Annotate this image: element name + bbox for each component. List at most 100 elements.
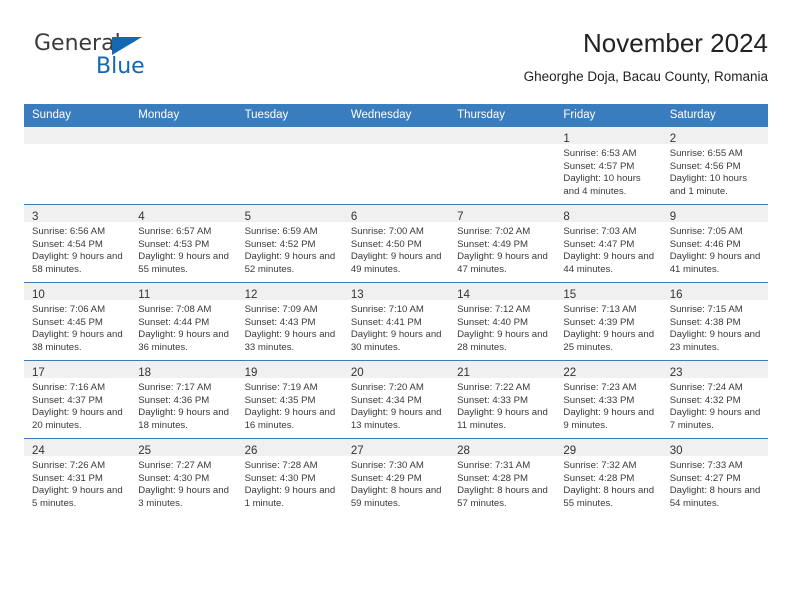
calendar-day-cell[interactable]: 11 Sunrise: 7:08 AM Sunset: 4:44 PM Dayligh… [130,282,237,361]
calendar-day-cell[interactable]: 21 Sunrise: 7:22 AM Sunset: 4:33 PM Dayligh… [449,360,556,439]
day-sun-info: Sunrise: 7:17 AM Sunset: 4:36 PM Daylight:… [130,378,236,432]
calendar-day-cell[interactable]: 8 Sunrise: 7:03 AM Sunset: 4:47 PM Daylight… [555,204,662,283]
day-box [449,127,556,204]
calendar-day-cell[interactable]: 19 Sunrise: 7:19 AM Sunset: 4:35 PM Dayligh… [236,360,343,439]
calendar-day-cell[interactable] [236,126,343,205]
calendar-grid: Sunday Monday Tuesday Wednesday Thursday… [24,104,768,516]
day-number: 30 [669,445,683,457]
calendar-day-cell[interactable]: 17 Sunrise: 7:16 AM Sunset: 4:37 PM Dayligh… [24,360,131,439]
daylight-text: Daylight: 9 hours and 52 minutes. [244,251,336,275]
day-box [24,127,131,204]
day-number: 28 [457,445,470,457]
day-number-band: 11 [130,283,237,301]
daylight-text: Daylight: 8 hours and 57 minutes. [457,485,548,509]
calendar-day-cell[interactable]: 30 Sunrise: 7:33 AM Sunset: 4:27 PM Dayligh… [661,438,768,516]
day-box: 16 Sunrise: 7:15 AM Sunset: 4:38 PM Dayligh… [661,283,768,360]
calendar-day-cell[interactable]: 23 Sunrise: 7:24 AM Sunset: 4:32 PM Dayligh… [661,360,768,439]
calendar-day-cell[interactable] [130,126,237,205]
day-number-band: 6 [342,205,450,223]
daylight-text: Daylight: 9 hours and 36 minutes. [138,329,229,353]
day-sun-info: Sunrise: 7:19 AM Sunset: 4:35 PM Daylight:… [237,378,343,432]
day-box: 24 Sunrise: 7:26 AM Sunset: 4:31 PM Dayligh… [24,439,131,516]
day-number-band [236,127,343,144]
calendar-day-cell[interactable]: 29 Sunrise: 7:32 AM Sunset: 4:28 PM Dayligh… [555,438,662,516]
calendar-week-row: 10 Sunrise: 7:06 AM Sunset: 4:45 PM Dayligh… [24,282,768,361]
calendar-day-cell[interactable]: 1 Sunrise: 6:53 AM Sunset: 4:57 PM Daylight… [555,126,662,205]
day-number: 18 [138,367,152,379]
day-sun-info: Sunrise: 7:08 AM Sunset: 4:44 PM Daylight:… [130,300,236,354]
triangle-logo-icon [112,37,142,55]
calendar-day-cell[interactable]: 4 Sunrise: 6:57 AM Sunset: 4:53 PM Daylight… [130,204,237,283]
calendar-day-cell[interactable]: 28 Sunrise: 7:31 AM Sunset: 4:28 PM Dayligh… [449,438,556,516]
calendar-day-cell[interactable] [449,126,556,205]
day-sun-info: Sunrise: 6:55 AM Sunset: 4:56 PM Daylight:… [662,144,768,198]
daylight-text: Daylight: 9 hours and 9 minutes. [563,407,655,431]
calendar-day-cell[interactable]: 22 Sunrise: 7:23 AM Sunset: 4:33 PM Dayligh… [555,360,662,439]
day-number-band: 7 [449,205,556,223]
sunset-text: Sunset: 4:34 PM [350,394,422,406]
day-box: 5 Sunrise: 6:59 AM Sunset: 4:52 PM Daylight… [236,205,343,282]
sunrise-text: Sunrise: 7:19 AM [244,382,318,393]
day-number-band [130,127,237,144]
day-number-band [24,127,131,144]
daylight-text: Daylight: 9 hours and 13 minutes. [350,407,442,431]
day-sun-info: Sunrise: 7:05 AM Sunset: 4:46 PM Daylight:… [662,222,768,276]
calendar-day-cell[interactable]: 20 Sunrise: 7:20 AM Sunset: 4:34 PM Dayligh… [342,360,450,439]
calendar-day-cell[interactable]: 13 Sunrise: 7:10 AM Sunset: 4:41 PM Dayligh… [342,282,450,361]
day-box: 21 Sunrise: 7:22 AM Sunset: 4:33 PM Dayligh… [449,361,556,438]
day-box: 9 Sunrise: 7:05 AM Sunset: 4:46 PM Daylight… [661,205,768,282]
day-number-band: 25 [130,439,237,457]
daylight-text: Daylight: 9 hours and 11 minutes. [457,407,548,431]
calendar-day-cell[interactable]: 10 Sunrise: 7:06 AM Sunset: 4:45 PM Dayligh… [24,282,131,361]
calendar-day-cell[interactable]: 3 Sunrise: 6:56 AM Sunset: 4:54 PM Daylight… [24,204,131,283]
day-number-band: 13 [342,283,450,301]
brand-logo[interactable]: General Blue [34,32,234,88]
daylight-text: Daylight: 9 hours and 49 minutes. [350,251,442,275]
sunset-text: Sunset: 4:28 PM [457,472,529,484]
calendar-day-cell[interactable] [342,126,450,205]
calendar-day-cell[interactable] [24,126,131,205]
day-number-band: 14 [449,283,556,301]
calendar-day-cell[interactable]: 14 Sunrise: 7:12 AM Sunset: 4:40 PM Dayligh… [449,282,556,361]
sunset-text: Sunset: 4:37 PM [32,394,103,406]
calendar-day-cell[interactable]: 26 Sunrise: 7:28 AM Sunset: 4:30 PM Dayligh… [236,438,343,516]
calendar-week-row: 24 Sunrise: 7:26 AM Sunset: 4:31 PM Dayligh… [24,438,768,516]
day-number-band: 1 [555,127,662,145]
day-sun-info: Sunrise: 6:57 AM Sunset: 4:53 PM Daylight:… [130,222,236,276]
calendar-day-cell[interactable]: 27 Sunrise: 7:30 AM Sunset: 4:29 PM Dayligh… [342,438,450,516]
calendar-day-cell[interactable]: 25 Sunrise: 7:27 AM Sunset: 4:30 PM Dayligh… [130,438,237,516]
sunrise-text: Sunrise: 6:53 AM [563,148,637,159]
day-sun-info: Sunrise: 7:28 AM Sunset: 4:30 PM Daylight:… [237,456,343,510]
calendar-day-cell[interactable]: 18 Sunrise: 7:17 AM Sunset: 4:36 PM Dayligh… [130,360,237,439]
calendar-day-cell[interactable]: 15 Sunrise: 7:13 AM Sunset: 4:39 PM Dayligh… [555,282,662,361]
calendar-day-cell[interactable]: 5 Sunrise: 6:59 AM Sunset: 4:52 PM Daylight… [236,204,343,283]
brand-name-blue: Blue [96,54,145,79]
weekday-header-wednesday: Wednesday [342,104,450,127]
sunrise-text: Sunrise: 7:15 AM [669,304,743,315]
sunrise-text: Sunrise: 7:22 AM [457,382,531,393]
day-box: 25 Sunrise: 7:27 AM Sunset: 4:30 PM Dayligh… [130,439,237,516]
calendar-day-cell[interactable]: 16 Sunrise: 7:15 AM Sunset: 4:38 PM Dayligh… [661,282,768,361]
sunset-text: Sunset: 4:57 PM [563,160,635,172]
calendar-day-cell[interactable]: 12 Sunrise: 7:09 AM Sunset: 4:43 PM Dayligh… [236,282,343,361]
day-number: 29 [563,445,577,457]
calendar-day-cell[interactable]: 2 Sunrise: 6:55 AM Sunset: 4:56 PM Daylight… [661,126,768,205]
sunrise-text: Sunrise: 7:08 AM [138,304,212,315]
day-number: 25 [138,445,152,457]
daylight-text: Daylight: 9 hours and 20 minutes. [32,407,123,431]
day-box: 7 Sunrise: 7:02 AM Sunset: 4:49 PM Daylight… [449,205,556,282]
day-sun-info: Sunrise: 7:32 AM Sunset: 4:28 PM Daylight:… [555,456,661,510]
day-sun-info: Sunrise: 6:53 AM Sunset: 4:57 PM Daylight:… [555,144,661,198]
day-number: 4 [138,211,145,223]
sunset-text: Sunset: 4:30 PM [244,472,316,484]
day-number: 7 [457,211,464,223]
day-number-band: 27 [342,439,450,457]
calendar-day-cell[interactable]: 24 Sunrise: 7:26 AM Sunset: 4:31 PM Dayligh… [24,438,131,516]
day-number-band [342,127,450,144]
calendar-day-cell[interactable]: 7 Sunrise: 7:02 AM Sunset: 4:49 PM Daylight… [449,204,556,283]
day-number: 23 [669,367,683,379]
day-sun-info: Sunrise: 7:00 AM Sunset: 4:50 PM Daylight:… [343,222,449,276]
calendar-day-cell[interactable]: 9 Sunrise: 7:05 AM Sunset: 4:46 PM Daylight… [661,204,768,283]
calendar-day-cell[interactable]: 6 Sunrise: 7:00 AM Sunset: 4:50 PM Daylight… [342,204,450,283]
sunset-text: Sunset: 4:31 PM [32,472,103,484]
